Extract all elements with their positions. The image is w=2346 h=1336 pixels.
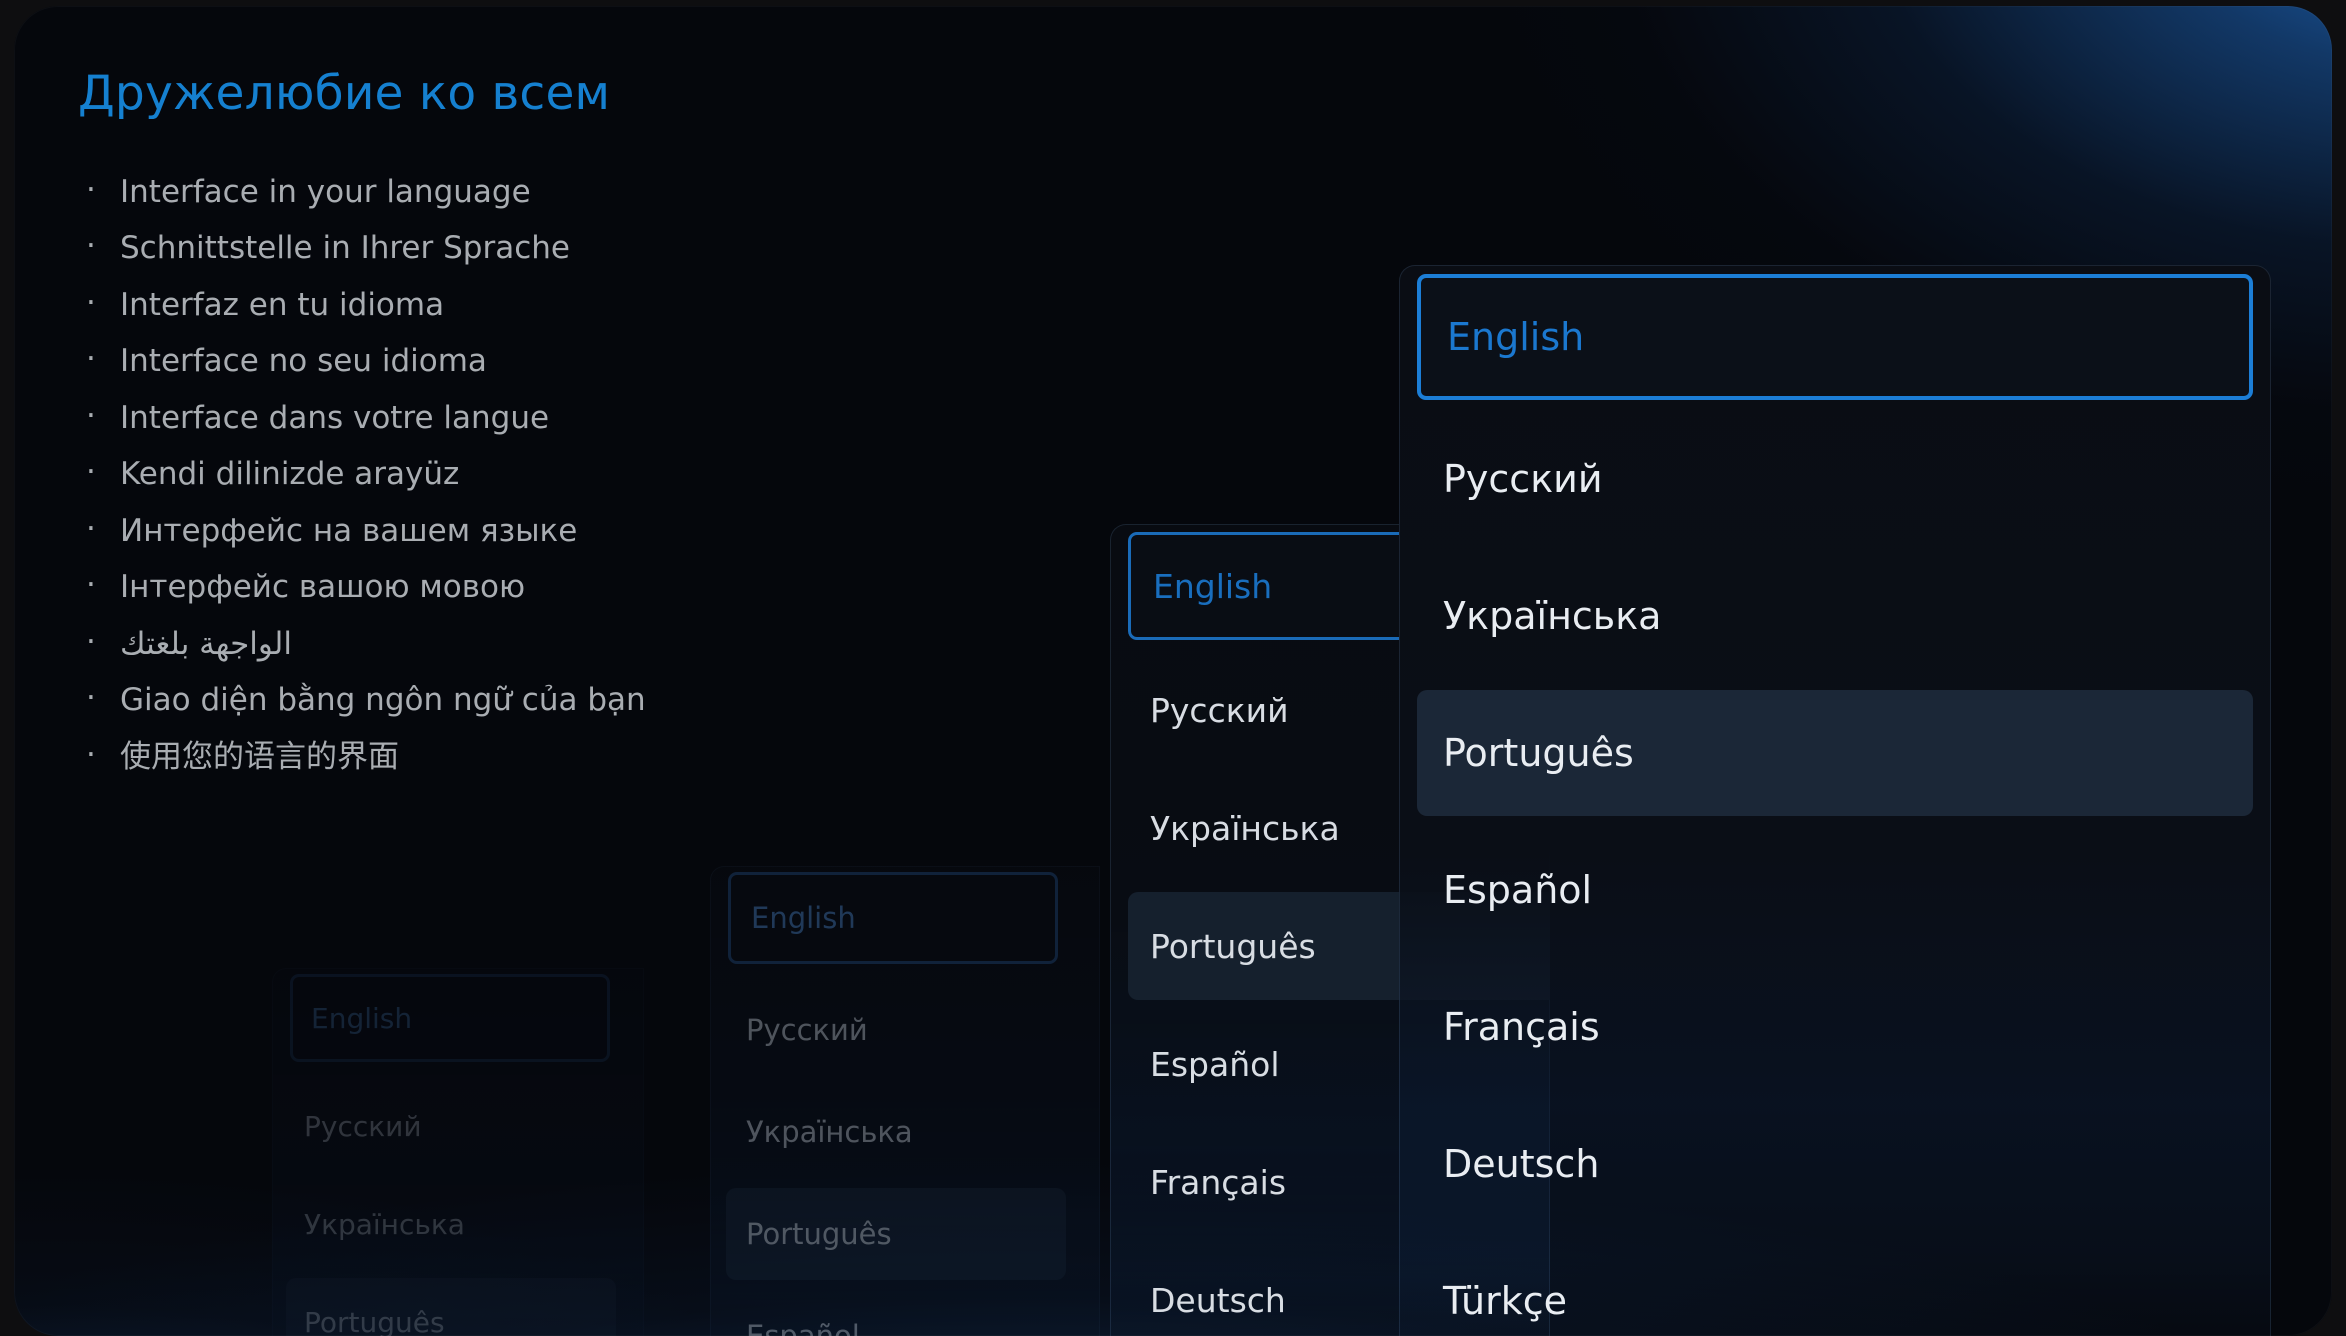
language-option-de[interactable]: Deutsch <box>1417 1101 2253 1227</box>
feature-label: Interface in your language <box>120 173 531 210</box>
list-item: Interfaz en tu idioma <box>78 275 898 334</box>
feature-label: 使用您的语言的界面 <box>120 738 399 775</box>
copy-column: Дружелюбие ко всем Interface in your lan… <box>78 68 898 785</box>
language-option-uk[interactable]: Українська <box>286 1180 616 1268</box>
language-search-input[interactable]: English <box>728 872 1058 964</box>
language-dropdown-front[interactable]: English Русский Українська Português Esp… <box>1399 265 2271 1336</box>
feature-label: Interface dans votre langue <box>120 399 550 436</box>
list-item: الواجهة بلغتك <box>78 614 898 673</box>
list-item: 使用您的语言的界面 <box>78 727 898 786</box>
language-option-es[interactable]: Español <box>726 1290 1066 1336</box>
language-option-pt[interactable]: Português <box>1417 690 2253 816</box>
feature-label: Інтерфейс вашою мовою <box>120 569 526 606</box>
language-option-ru[interactable]: Русский <box>726 984 1066 1076</box>
language-option-pt[interactable]: Português <box>286 1278 616 1336</box>
language-option-pt[interactable]: Português <box>726 1188 1066 1280</box>
language-dropdown-fourth[interactable]: English Русский Українська Português <box>272 968 644 1336</box>
feature-label: الواجهة بلغتك <box>120 625 292 662</box>
language-option-ru[interactable]: Русский <box>286 1082 616 1170</box>
feature-card: Дружелюбие ко всем Interface in your lan… <box>14 6 2332 1336</box>
language-option-ru[interactable]: Русский <box>1417 416 2253 542</box>
feature-label: Interface no seu idioma <box>120 343 487 380</box>
list-item: Schnittstelle in Ihrer Sprache <box>78 218 898 277</box>
list-item: Kendi dilinizde arayüz <box>78 444 898 503</box>
feature-list: Interface in your language Schnittstelle… <box>78 162 898 786</box>
language-search-value: English <box>311 1001 413 1035</box>
language-search-value: English <box>1153 566 1273 606</box>
page-title: Дружелюбие ко всем <box>78 66 611 121</box>
feature-label: Interfaz en tu idioma <box>120 286 445 323</box>
list-item: Interface no seu idioma <box>78 331 898 390</box>
list-item: Interface in your language <box>78 162 898 221</box>
language-search-input[interactable]: English <box>1417 274 2253 400</box>
feature-label: Kendi dilinizde arayüz <box>120 456 460 493</box>
language-option-uk[interactable]: Українська <box>726 1086 1066 1178</box>
language-option-tr[interactable]: Türkçe <box>1417 1238 2253 1336</box>
language-option-es[interactable]: Español <box>1417 827 2253 953</box>
feature-label: Giao diện bằng ngôn ngữ của bạn <box>120 682 646 719</box>
screenshot-root: Дружелюбие ко всем Interface in your lan… <box>0 0 2346 1336</box>
list-item: Giao diện bằng ngôn ngữ của bạn <box>78 670 898 729</box>
language-option-fr[interactable]: Français <box>1417 964 2253 1090</box>
language-search-value: English <box>751 901 856 935</box>
language-dropdown-third[interactable]: English Русский Українська Português Esp… <box>710 866 1100 1336</box>
list-item: Interface dans votre langue <box>78 388 898 447</box>
language-option-uk[interactable]: Українська <box>1417 553 2253 679</box>
language-search-input[interactable]: English <box>290 974 610 1062</box>
feature-label: Интерфейс на вашем языке <box>120 512 578 549</box>
list-item: Інтерфейс вашою мовою <box>78 557 898 616</box>
feature-label: Schnittstelle in Ihrer Sprache <box>120 230 570 267</box>
list-item: Интерфейс на вашем языке <box>78 501 898 560</box>
language-search-value: English <box>1447 315 1585 359</box>
